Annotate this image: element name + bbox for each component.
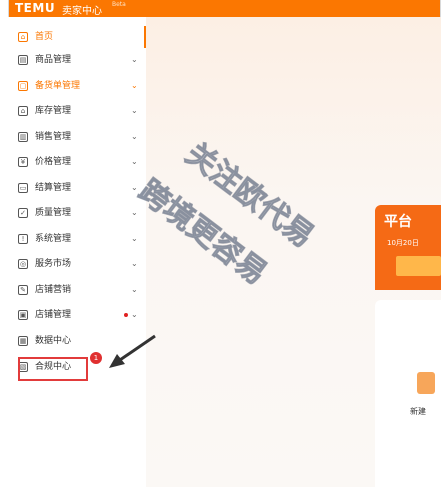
market-icon: ◎: [18, 259, 28, 269]
sidebar-item-label: 价格管理: [35, 157, 72, 167]
sidebar-item-10[interactable]: ✎ 店铺营销 ⌄: [8, 280, 146, 302]
sidebar-item-label: 商品管理: [35, 55, 72, 65]
sidebar-item-label: 系统管理: [35, 234, 72, 244]
banner-title: 平台: [384, 214, 412, 230]
warehouse-icon: ⌂: [18, 106, 28, 116]
sidebar-item-4[interactable]: ▥ 销售管理 ⌄: [8, 127, 146, 149]
system-icon: !: [18, 234, 28, 244]
marketing-icon: ✎: [18, 285, 28, 295]
price-icon: ¥: [18, 157, 28, 167]
highlight-box: [18, 357, 88, 381]
order-icon: ▢: [18, 81, 28, 91]
sidebar-item-6[interactable]: ▭ 结算管理 ⌄: [8, 178, 146, 200]
banner-button[interactable]: [396, 256, 441, 276]
notification-dot: [124, 313, 128, 317]
sidebar-item-9[interactable]: ◎ 服务市场 ⌄: [8, 254, 146, 276]
home-icon: ⌂: [18, 32, 28, 42]
sidebar-item-label: 数据中心: [35, 336, 72, 346]
sidebar-item-label: 店铺管理: [35, 310, 72, 320]
sidebar-item-7[interactable]: ✓ 质量管理 ⌄: [8, 203, 146, 225]
beta-tag: Beta: [112, 1, 126, 8]
quality-icon: ✓: [18, 208, 28, 218]
banner-date: 10月20日: [387, 239, 419, 247]
sidebar-item-label: 首页: [35, 32, 54, 42]
product-icon: ▤: [18, 55, 28, 65]
chevron-down-icon[interactable]: ⌄: [131, 283, 138, 297]
sidebar-item-11[interactable]: ▣ 店铺管理 ⌄: [8, 305, 146, 327]
top-bar: TEMU 卖家中心 Beta: [9, 0, 440, 17]
sidebar-item-2[interactable]: ▢ 备货单管理 ⌄: [8, 76, 146, 98]
sidebar-item-8[interactable]: ! 系统管理 ⌄: [8, 229, 146, 251]
sales-icon: ▥: [18, 132, 28, 142]
create-label[interactable]: 新建: [410, 406, 426, 417]
chevron-down-icon[interactable]: ⌄: [131, 232, 138, 246]
data-icon: ▦: [18, 336, 28, 346]
sidebar-item-0[interactable]: ⌂ 首页: [8, 27, 146, 49]
sidebar-item-label: 销售管理: [35, 132, 72, 142]
sidebar-item-label: 备货单管理: [35, 81, 81, 91]
sidebar-item-label: 质量管理: [35, 208, 72, 218]
shop-icon: ▣: [18, 310, 28, 320]
sidebar-item-label: 店铺营销: [35, 285, 72, 295]
chevron-down-icon[interactable]: ⌄: [131, 308, 138, 322]
sidebar-item-label: 结算管理: [35, 183, 72, 193]
sidebar-item-1[interactable]: ▤ 商品管理 ⌄: [8, 50, 146, 72]
sidebar-item-3[interactable]: ⌂ 库存管理 ⌄: [8, 101, 146, 123]
chevron-down-icon[interactable]: ⌄: [131, 79, 138, 93]
chevron-down-icon[interactable]: ⌄: [131, 181, 138, 195]
settlement-icon: ▭: [18, 183, 28, 193]
sidebar-item-label: 库存管理: [35, 106, 72, 116]
chevron-down-icon[interactable]: ⌄: [131, 104, 138, 118]
sidebar-item-5[interactable]: ¥ 价格管理 ⌄: [8, 152, 146, 174]
seller-center-title: 卖家中心: [62, 6, 102, 17]
create-icon[interactable]: [417, 372, 435, 394]
chevron-down-icon[interactable]: ⌄: [131, 155, 138, 169]
chevron-down-icon[interactable]: ⌄: [131, 206, 138, 220]
annotation-badge: 1: [90, 352, 102, 364]
chevron-down-icon[interactable]: ⌄: [131, 257, 138, 271]
sidebar-item-label: 服务市场: [35, 259, 72, 269]
temu-logo[interactable]: TEMU: [15, 1, 55, 15]
pointer-arrow-icon: [109, 334, 156, 368]
chevron-down-icon[interactable]: ⌄: [131, 53, 138, 67]
chevron-down-icon[interactable]: ⌄: [131, 130, 138, 144]
